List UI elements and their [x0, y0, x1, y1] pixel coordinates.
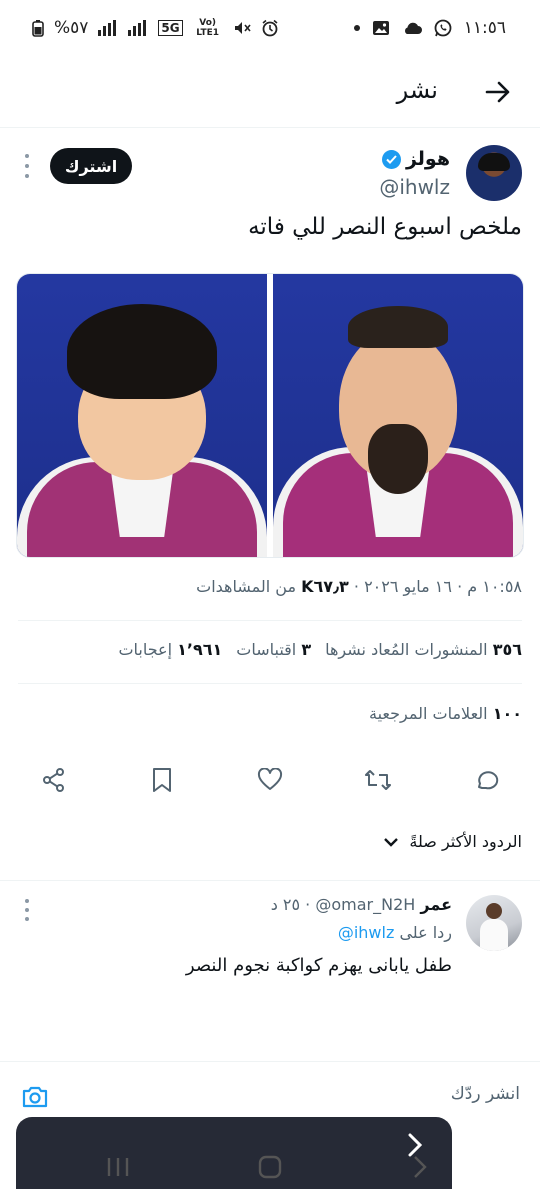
reply-author-avatar[interactable] — [466, 895, 522, 951]
page-title: نشر — [396, 76, 438, 104]
divider — [18, 683, 522, 684]
likes-stat[interactable]: ١٬٩٦١ إعجابات — [118, 640, 222, 659]
tweet-timestamp: ١٠:٥٨ م · ١٦ مايو ٢٠٢٦ · K٦٧٫٣ من المشاه… — [196, 577, 522, 596]
status-icons-right: ١١:٥٦ — [353, 18, 506, 38]
notification-dot-icon — [353, 25, 360, 31]
reply-text: طفل يابانى يهزم كواكبة نجوم النصر — [185, 955, 452, 976]
timestamp-text: ١٠:٥٨ م · ١٦ مايو ٢٠٢٦ · — [348, 577, 522, 596]
back-nav-button[interactable] — [404, 1151, 436, 1183]
replying-to-handle[interactable]: @ihwlz — [338, 923, 395, 942]
reply-header: عمر @omar_N2H · ٢٥ د — [271, 895, 452, 914]
views-count: K٦٧٫٣ — [301, 577, 349, 596]
chevron-down-icon — [384, 837, 399, 847]
recents-button[interactable] — [102, 1151, 134, 1183]
repost-button[interactable] — [362, 764, 394, 796]
recents-icon — [107, 1158, 129, 1176]
camera-icon — [22, 1086, 48, 1108]
like-button[interactable] — [254, 764, 286, 796]
reply-author-name[interactable]: عمر — [420, 895, 452, 914]
reply-button[interactable] — [470, 764, 502, 796]
system-nav-bar — [0, 1131, 540, 1199]
home-icon — [258, 1155, 282, 1179]
reposts-stat[interactable]: ٣٥٦ المنشورات المُعاد نشرها — [325, 640, 522, 659]
repost-icon — [365, 770, 391, 790]
reply-time: · ٢٥ د — [270, 895, 311, 914]
battery-percent: %٥٧ — [54, 18, 89, 38]
back-button[interactable] — [478, 72, 518, 112]
sort-label: الردود الأكثر صلةً — [409, 832, 522, 851]
status-bar: %٥٧ 5G Vo) LTE1 ١١:٥٦ — [0, 0, 540, 60]
replying-to: ردا على @ihwlz — [338, 923, 452, 942]
network-type: 5G — [158, 20, 183, 36]
whatsapp-icon — [434, 19, 452, 37]
alarm-icon — [261, 19, 279, 37]
camera-button[interactable] — [20, 1082, 50, 1112]
author-name: هولز — [405, 148, 450, 170]
tweet-media[interactable] — [16, 273, 524, 558]
signal-2-icon — [128, 20, 148, 36]
status-icons-left: %٥٧ 5G Vo) LTE1 — [32, 18, 279, 38]
home-button[interactable] — [254, 1151, 286, 1183]
author-avatar[interactable] — [466, 145, 522, 201]
quotes-stat[interactable]: ٣ اقتباسات — [236, 640, 311, 659]
chevron-right-icon — [414, 1156, 427, 1178]
bookmarks-stat[interactable]: ١٠٠ العلامات المرجعية — [369, 704, 522, 723]
reply-author-handle[interactable]: @omar_N2H — [315, 895, 415, 914]
reply-composer[interactable]: انشر ردّك — [0, 1061, 540, 1131]
battery-icon — [32, 19, 44, 37]
verified-badge-icon — [381, 149, 401, 169]
gallery-icon — [372, 19, 390, 37]
more-options-icon[interactable] — [22, 154, 32, 178]
author-name-row[interactable]: هولز — [381, 148, 450, 170]
reply-icon — [478, 771, 499, 790]
tweet-photo-left[interactable] — [17, 274, 267, 557]
mute-icon — [233, 19, 251, 37]
replies-sort-dropdown[interactable]: الردود الأكثر صلةً — [383, 832, 522, 851]
signal-icon — [98, 20, 118, 36]
reply-item[interactable]: عمر @omar_N2H · ٢٥ د ردا على @ihwlz طفل … — [0, 880, 540, 1189]
tweet-actions — [0, 760, 540, 800]
lte-indicator: Vo) LTE1 — [196, 18, 220, 38]
share-button[interactable] — [38, 764, 70, 796]
divider — [18, 620, 522, 621]
app-bar: نشر — [0, 60, 540, 128]
status-time: ١١:٥٦ — [463, 18, 506, 38]
author-handle[interactable]: @ihwlz — [379, 175, 450, 199]
cloud-icon — [402, 21, 422, 35]
subscribe-button[interactable]: اشترك — [50, 148, 132, 184]
views-label: من المشاهدات — [196, 577, 297, 596]
reply-more-options-icon[interactable] — [22, 899, 32, 921]
engagement-stats: ٣٥٦ المنشورات المُعاد نشرها ٣ اقتباسات ١… — [118, 640, 522, 659]
reply-input[interactable]: انشر ردّك — [451, 1084, 520, 1104]
tweet-photo-right[interactable] — [273, 274, 523, 557]
replying-to-label: ردا على — [399, 923, 452, 942]
bookmark-button[interactable] — [146, 764, 178, 796]
arrow-right-icon — [485, 81, 510, 103]
bookmark-icon — [153, 768, 171, 792]
share-icon — [43, 768, 64, 792]
tweet-text: ملخص اسبوع النصر للي فاته — [248, 214, 522, 240]
heart-icon — [257, 768, 283, 790]
